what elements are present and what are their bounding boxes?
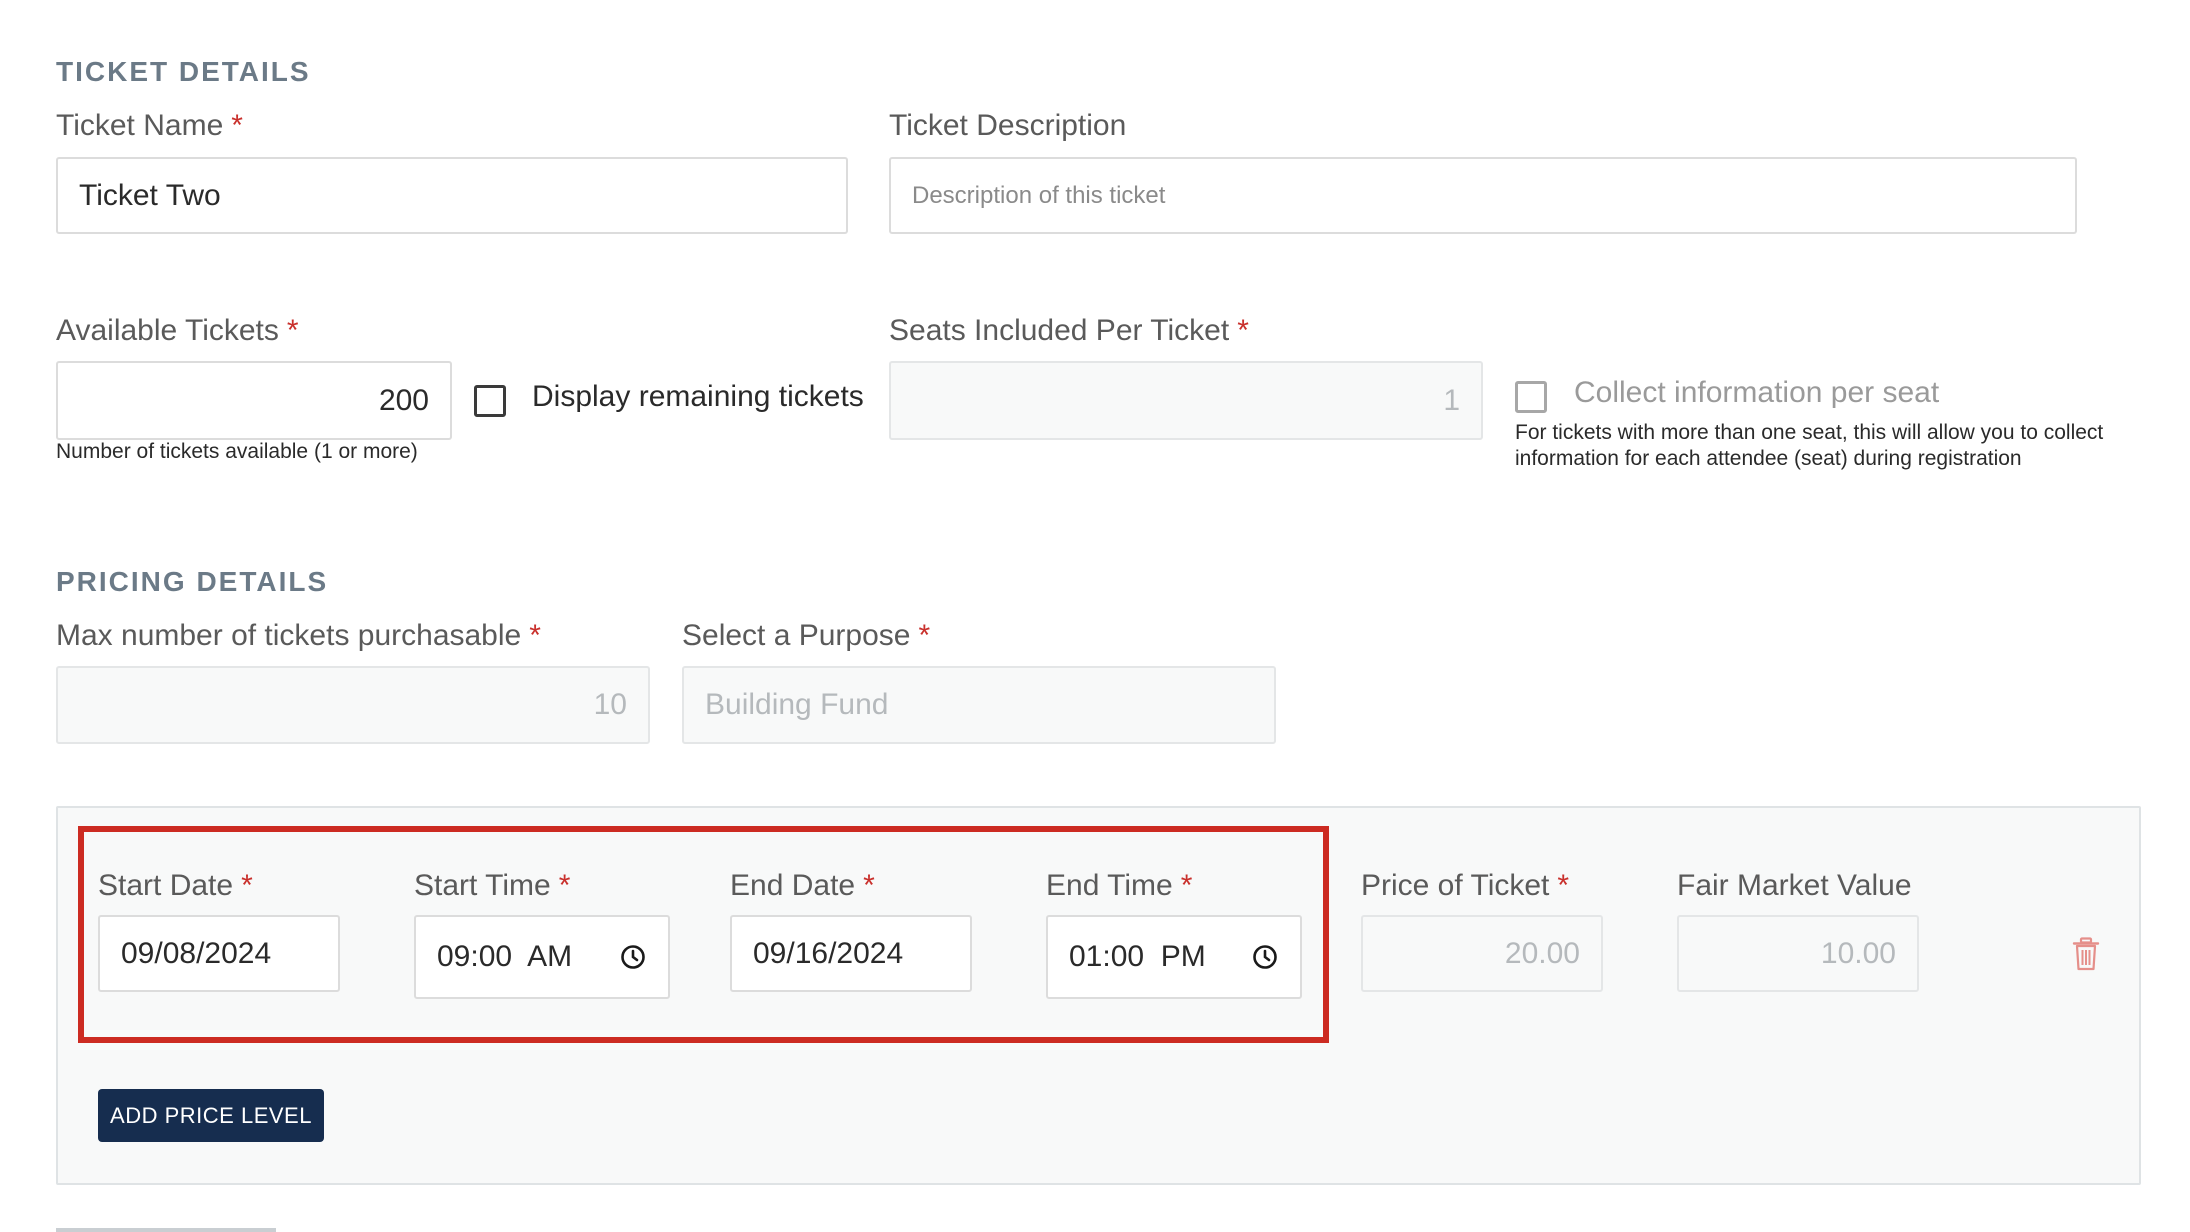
ticket-description-input[interactable]: Description of this ticket [889,157,2077,234]
required-marker: * [241,869,253,902]
required-marker: * [918,619,931,652]
end-time-label-text: End Time [1046,869,1173,902]
max-tickets-input[interactable]: 10 [56,666,650,744]
collect-info-help-line2: information for each attendee (seat) dur… [1515,447,2022,470]
required-marker: * [1557,869,1570,902]
seats-per-ticket-label: Seats Included Per Ticket * [889,314,1249,348]
ticket-details-title: TICKET DETAILS [56,56,311,87]
required-marker: * [558,869,571,902]
display-remaining-label: Display remaining tickets [532,380,864,413]
ticket-name-label-text: Ticket Name [56,109,224,142]
ticket-name-value: Ticket Two [79,178,221,212]
collect-info-label: Collect information per seat [1574,376,1940,409]
end-time-value: 01:00 PM [1069,940,1206,973]
start-date-label: Start Date * [98,869,253,903]
add-price-level-button[interactable]: ADD PRICE LEVEL [98,1089,324,1142]
required-marker: * [231,109,243,142]
ticket-name-input[interactable]: Ticket Two [56,157,848,234]
next-section-title-cutoff [56,1228,276,1232]
end-date-value: 09/16/2024 [753,936,904,970]
price-label: Price of Ticket * [1361,869,1569,903]
required-marker: * [1237,314,1249,347]
max-tickets-value: 10 [593,688,627,721]
seats-per-ticket-label-text: Seats Included Per Ticket [889,314,1230,347]
collect-info-help: For tickets with more than one seat, thi… [1515,420,2103,472]
end-time-label: End Time * [1046,869,1192,903]
end-time-input[interactable]: 01:00 PM [1046,915,1302,999]
available-tickets-help: Number of tickets available (1 or more) [56,440,418,463]
ticket-name-label: Ticket Name * [56,109,243,143]
pricing-details-title: PRICING DETAILS [56,566,329,597]
price-input[interactable]: 20.00 [1361,915,1603,992]
fmv-label: Fair Market Value [1677,869,1912,903]
fmv-input[interactable]: 10.00 [1677,915,1919,992]
collect-info-help-line1: For tickets with more than one seat, thi… [1515,421,2104,444]
seats-per-ticket-input[interactable]: 1 [889,361,1483,440]
clock-icon[interactable] [619,943,647,971]
start-date-input[interactable]: 09/08/2024 [98,915,340,992]
end-date-input[interactable]: 09/16/2024 [730,915,972,992]
purpose-label: Select a Purpose * [682,619,930,653]
fmv-value: 10.00 [1820,936,1896,970]
collect-info-checkbox[interactable] [1515,381,1547,413]
end-date-label: End Date * [730,869,875,903]
display-remaining-checkbox[interactable] [474,385,506,417]
ticket-description-placeholder: Description of this ticket [912,181,1166,209]
start-time-input[interactable]: 09:00 AM [414,915,670,999]
available-tickets-input[interactable]: 200 [56,361,452,440]
available-tickets-label-text: Available Tickets [56,314,279,347]
required-marker: * [1180,869,1193,902]
trash-icon[interactable] [2072,937,2100,971]
seats-per-ticket-value: 1 [1443,383,1460,417]
end-date-label-text: End Date [730,869,856,902]
max-tickets-label-text: Max number of tickets purchasable [56,619,522,652]
required-marker: * [863,869,875,902]
available-tickets-value: 200 [378,383,429,417]
start-time-label: Start Time * [414,869,570,903]
ticket-description-label: Ticket Description [889,109,1126,143]
available-tickets-label: Available Tickets * [56,314,299,348]
price-label-text: Price of Ticket [1361,869,1550,902]
required-marker: * [286,314,299,347]
start-time-value: 09:00 AM [437,940,573,973]
clock-icon[interactable] [1251,943,1279,971]
start-date-value: 09/08/2024 [121,936,272,970]
purpose-label-text: Select a Purpose [682,619,911,652]
purpose-value: Building Fund [705,688,889,721]
start-time-label-text: Start Time [414,869,551,902]
start-date-label-text: Start Date [98,869,234,902]
max-tickets-label: Max number of tickets purchasable * [56,619,541,653]
purpose-select[interactable]: Building Fund [682,666,1276,744]
required-marker: * [529,619,541,652]
price-value: 20.00 [1504,936,1580,970]
fmv-label-text: Fair Market Value [1677,869,1912,902]
ticket-description-label-text: Ticket Description [889,109,1127,142]
